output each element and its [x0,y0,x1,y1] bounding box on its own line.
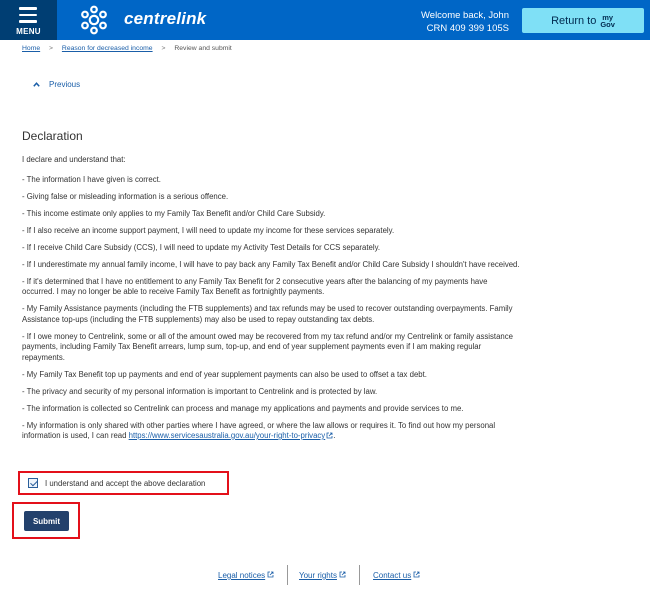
declaration-item: - If I underestimate my annual family in… [22,259,520,269]
declaration-item: - Giving false or misleading information… [22,191,229,201]
welcome-text: Welcome back, John [420,10,509,21]
declaration-item: - If I owe money to Centrelink, some or … [22,331,513,362]
declaration-checkbox-label[interactable]: I understand and accept the above declar… [45,479,205,488]
external-link-icon [267,571,274,578]
menu-button[interactable]: MENU [0,0,57,40]
breadcrumb: Home > Reason for decreased income > Rev… [22,45,232,52]
return-to-mygov-button[interactable]: Return to my Gov [522,8,644,33]
declaration-checkbox[interactable] [28,478,38,488]
declaration-intro: I declare and understand that: [22,155,126,164]
declaration-item: - This income estimate only applies to m… [22,208,326,218]
declaration-text: I declare and understand that: - The inf… [22,155,522,448]
submit-button[interactable]: Submit [24,511,69,531]
breadcrumb-separator: > [49,45,54,52]
site-header: MENU centrelink Welcome back, John CRN 4… [0,0,650,40]
submit-highlight: Submit [12,502,80,539]
declaration-item: - If I also receive an income support pa… [22,225,395,235]
declaration-item: - The information I have given is correc… [22,174,161,184]
declaration-item: - If I receive Child Care Subsidy (CCS),… [22,242,381,252]
external-link-icon [339,571,346,578]
declaration-item: - The privacy and security of my persona… [22,386,378,396]
mygov-logo: my Gov [600,13,615,29]
footer-divider [287,565,288,585]
external-link-icon [413,571,420,578]
footer-rights-label: Your rights [299,571,337,580]
breadcrumb-current: Review and submit [174,45,232,52]
footer-contact-us-link[interactable]: Contact us [373,571,420,580]
chevron-up-icon [33,82,40,87]
declaration-item: - The information is collected so Centre… [22,403,464,413]
footer-legal-label: Legal notices [218,571,266,580]
hamburger-icon [19,7,37,27]
crn-text: CRN 409 399 105S [426,23,509,34]
footer-divider [359,565,360,585]
declaration-item: - My Family Tax Benefit top up payments … [22,369,427,379]
breadcrumb-separator: > [161,45,166,52]
previous-link[interactable]: Previous [33,80,80,89]
privacy-link[interactable]: https://www.servicesaustralia.gov.au/you… [129,431,326,440]
declaration-item: - My Family Assistance payments (includi… [22,304,513,324]
declaration-item: - If it's determined that I have no enti… [22,276,488,297]
site-footer: Legal notices Your rights Contact us [0,565,650,587]
declaration-item-privacy: - My information is only shared with oth… [22,421,522,442]
return-label: Return to [551,14,597,27]
declaration-heading: Declaration [22,129,83,143]
breadcrumb-home[interactable]: Home [22,45,40,52]
centrelink-star-icon [81,5,107,35]
footer-contact-label: Contact us [373,571,412,580]
declaration-checkbox-row[interactable]: I understand and accept the above declar… [18,471,229,495]
previous-label: Previous [49,80,81,89]
footer-your-rights-link[interactable]: Your rights [299,571,346,580]
brand-name[interactable]: centrelink [124,9,206,29]
privacy-item-end: . [333,431,336,440]
footer-legal-notices-link[interactable]: Legal notices [218,571,274,580]
breadcrumb-reason[interactable]: Reason for decreased income [62,45,153,52]
mygov-line2: Gov [600,19,615,29]
user-welcome: Welcome back, John CRN 409 399 105S [421,9,509,35]
menu-label: MENU [16,27,41,36]
